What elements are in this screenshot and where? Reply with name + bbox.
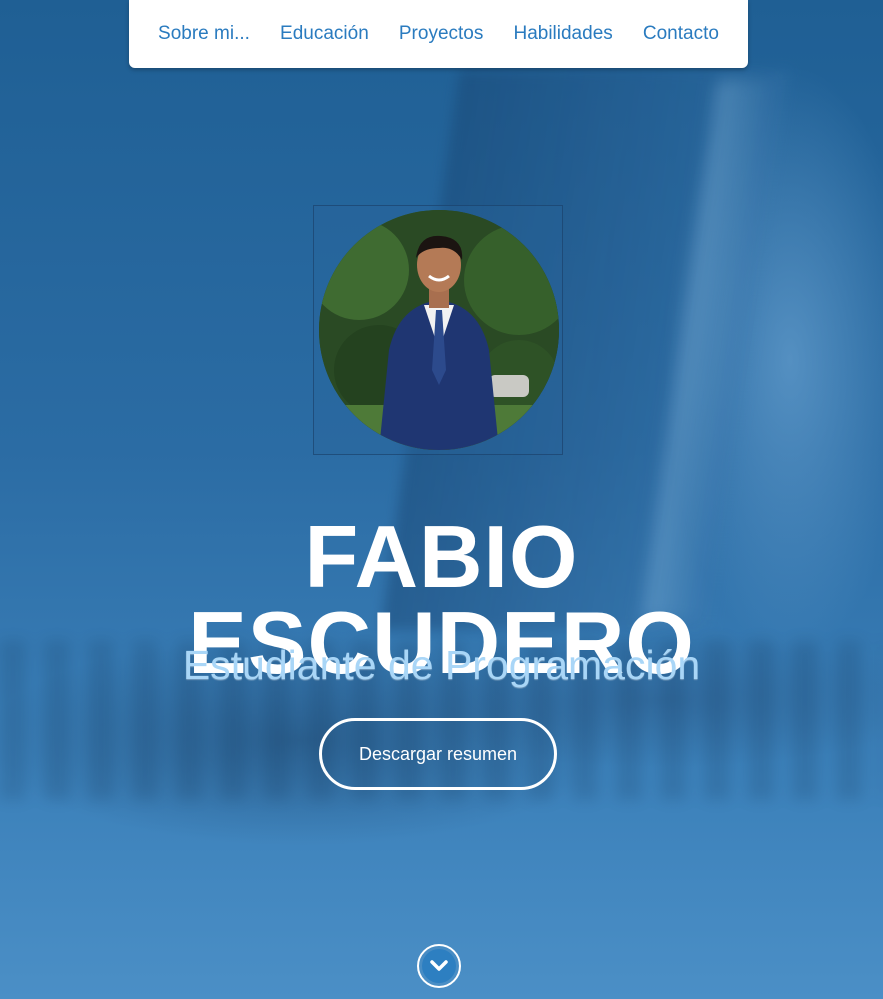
nav-link-contacto[interactable]: Contacto: [643, 23, 719, 45]
download-resume-button[interactable]: Descargar resumen: [319, 718, 557, 790]
nav-link-educacion[interactable]: Educación: [280, 23, 369, 45]
chevron-down-icon: [430, 960, 448, 971]
scroll-down-circle: [422, 949, 456, 983]
top-navbar: Sobre mi... Educación Proyectos Habilida…: [129, 0, 748, 68]
hero-first-name: FABIO: [304, 506, 579, 606]
nav-link-proyectos[interactable]: Proyectos: [399, 23, 483, 45]
profile-photo: [319, 210, 559, 450]
nav-link-sobre-mi[interactable]: Sobre mi...: [158, 23, 250, 45]
profile-person-illustration: [319, 210, 559, 450]
nav-link-habilidades[interactable]: Habilidades: [513, 23, 612, 45]
profile-photo-frame: [313, 205, 563, 455]
hero-subtitle: Estudiante de Programación: [182, 642, 701, 688]
scroll-down-button[interactable]: [417, 944, 461, 988]
